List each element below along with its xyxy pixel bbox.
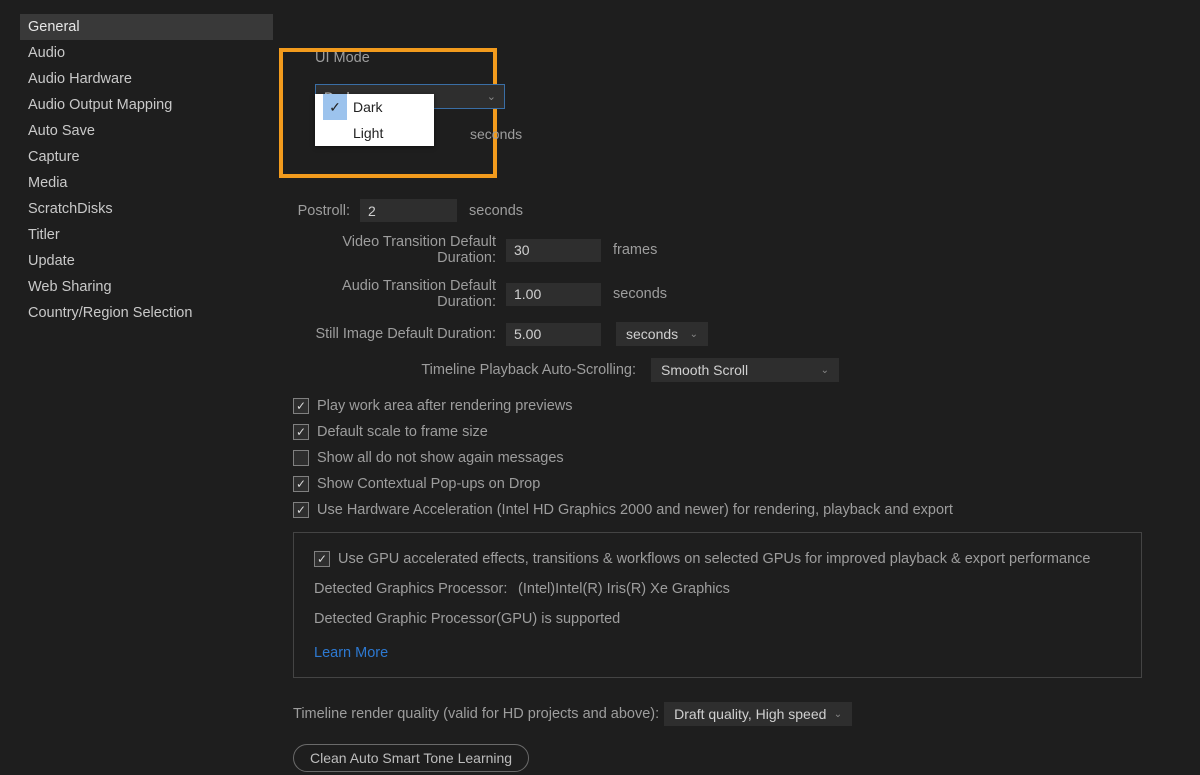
contextual-popups-checkbox[interactable] xyxy=(293,476,309,492)
checkmark-icon: ✓ xyxy=(323,94,347,120)
chevron-down-icon: ⌄ xyxy=(834,709,842,720)
chevron-down-icon: ⌄ xyxy=(690,329,698,340)
ui-mode-option-dark[interactable]: ✓ Dark xyxy=(315,94,434,120)
sidebar-item-audio[interactable]: Audio xyxy=(20,40,273,66)
sidebar-item-audio-hardware[interactable]: Audio Hardware xyxy=(20,66,273,92)
preroll-unit: seconds xyxy=(470,126,522,142)
preferences-general-panel: UI Mode Dark ⌄ ✓ Dark Light seconds Post… xyxy=(273,14,1186,761)
gpu-settings-group: Use GPU accelerated effects, transitions… xyxy=(293,532,1142,678)
chevron-down-icon: ⌄ xyxy=(821,365,829,376)
sidebar-item-general[interactable]: General xyxy=(20,14,273,40)
ui-mode-option-label: Light xyxy=(347,125,383,141)
hw-accel-label: Use Hardware Acceleration (Intel HD Grap… xyxy=(317,502,953,518)
audio-transition-label: Audio Transition Default Duration: xyxy=(293,278,506,310)
sidebar-item-web-sharing[interactable]: Web Sharing xyxy=(20,274,273,300)
gpu-learn-more-link[interactable]: Learn More xyxy=(314,645,388,661)
timeline-scroll-label: Timeline Playback Auto-Scrolling: xyxy=(293,362,646,378)
contextual-popups-label: Show Contextual Pop-ups on Drop xyxy=(317,476,540,492)
sidebar-item-titler[interactable]: Titler xyxy=(20,222,273,248)
video-transition-label: Video Transition Default Duration: xyxy=(293,234,506,266)
sidebar-item-update[interactable]: Update xyxy=(20,248,273,274)
gpu-detected-value: (Intel)Intel(R) Iris(R) Xe Graphics xyxy=(518,581,730,597)
still-image-unit-value: seconds xyxy=(626,326,678,342)
postroll-unit: seconds xyxy=(469,203,523,219)
hw-accel-checkbox[interactable] xyxy=(293,502,309,518)
audio-transition-input[interactable] xyxy=(506,283,601,306)
postroll-label: Postroll: xyxy=(293,203,360,219)
sidebar-item-media[interactable]: Media xyxy=(20,170,273,196)
show-all-messages-label: Show all do not show again messages xyxy=(317,450,564,466)
ui-mode-label: UI Mode xyxy=(315,38,1166,66)
chevron-down-icon: ⌄ xyxy=(487,90,496,103)
video-transition-unit: frames xyxy=(613,242,657,258)
sidebar-item-auto-save[interactable]: Auto Save xyxy=(20,118,273,144)
timeline-scroll-value: Smooth Scroll xyxy=(661,362,748,378)
timeline-scroll-select[interactable]: Smooth Scroll ⌄ xyxy=(651,358,839,382)
still-image-unit-select[interactable]: seconds ⌄ xyxy=(616,322,708,346)
play-after-render-checkbox[interactable] xyxy=(293,398,309,414)
default-scale-checkbox[interactable] xyxy=(293,424,309,440)
ui-mode-option-label: Dark xyxy=(347,99,383,115)
still-image-label: Still Image Default Duration: xyxy=(293,326,506,342)
sidebar-item-capture[interactable]: Capture xyxy=(20,144,273,170)
audio-transition-unit: seconds xyxy=(613,286,667,302)
render-quality-label: Timeline render quality (valid for HD pr… xyxy=(293,706,659,722)
ui-mode-option-light[interactable]: Light xyxy=(315,120,434,146)
still-image-input[interactable] xyxy=(506,323,601,346)
gpu-supported-label: Detected Graphic Processor(GPU) is suppo… xyxy=(314,611,620,627)
show-all-messages-checkbox[interactable] xyxy=(293,450,309,466)
gpu-accel-checkbox[interactable] xyxy=(314,551,330,567)
clean-smart-tone-button[interactable]: Clean Auto Smart Tone Learning xyxy=(293,744,529,772)
sidebar-item-scratchdisks[interactable]: ScratchDisks xyxy=(20,196,273,222)
render-quality-value: Draft quality, High speed xyxy=(674,706,826,722)
default-scale-label: Default scale to frame size xyxy=(317,424,488,440)
postroll-input[interactable] xyxy=(360,199,457,222)
preferences-sidebar: General Audio Audio Hardware Audio Outpu… xyxy=(20,14,273,761)
gpu-detected-label: Detected Graphics Processor: xyxy=(314,581,514,597)
gpu-accel-label: Use GPU accelerated effects, transitions… xyxy=(338,551,1090,567)
sidebar-item-country-region[interactable]: Country/Region Selection xyxy=(20,300,273,326)
video-transition-input[interactable] xyxy=(506,239,601,262)
ui-mode-dropdown-list: ✓ Dark Light xyxy=(315,94,434,146)
sidebar-item-audio-output[interactable]: Audio Output Mapping xyxy=(20,92,273,118)
render-quality-select[interactable]: Draft quality, High speed ⌄ xyxy=(664,702,852,726)
play-after-render-label: Play work area after rendering previews xyxy=(317,398,572,414)
